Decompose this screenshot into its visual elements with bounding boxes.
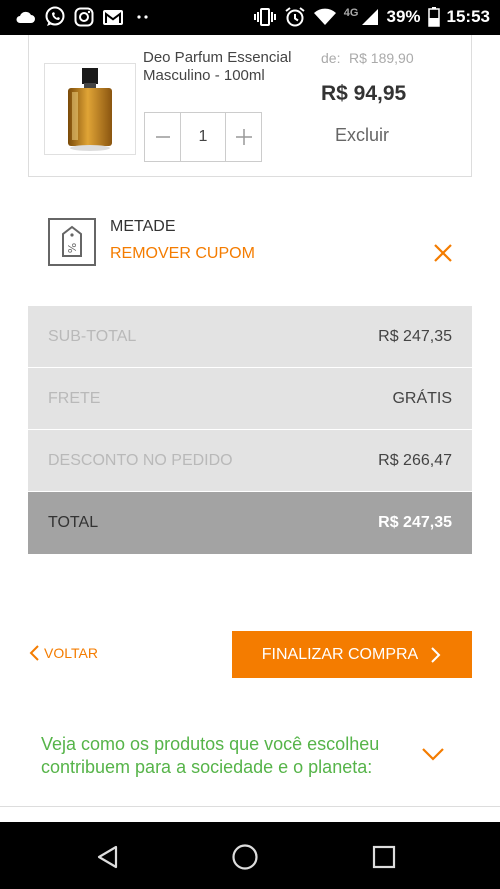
product-image[interactable]	[44, 63, 136, 155]
total-value: R$ 247,35	[378, 514, 452, 531]
vibrate-icon	[253, 8, 277, 26]
whatsapp-icon	[44, 6, 66, 28]
home-circle-icon[interactable]	[231, 843, 259, 871]
order-totals: SUB-TOTAL R$ 247,35 FRETE GRÁTIS DESCONT…	[28, 306, 472, 554]
instagram-icon	[74, 7, 94, 27]
remove-coupon-link[interactable]: REMOVER CUPOM	[110, 245, 255, 263]
chevron-right-icon	[431, 646, 441, 663]
finish-purchase-label: FINALIZAR COMPRA	[261, 645, 419, 663]
quantity-stepper: 1	[144, 112, 262, 162]
discount-label: DESCONTO NO PEDIDO	[48, 451, 233, 469]
coupon-code: METADE	[110, 218, 176, 235]
shipping-row: FRETE GRÁTIS	[28, 368, 472, 430]
product-name[interactable]: Deo Parfum Essencial Masculino - 100ml	[143, 49, 293, 85]
finish-purchase-button[interactable]: FINALIZAR COMPRA	[232, 631, 472, 678]
divider	[0, 806, 500, 807]
discount-row: DESCONTO NO PEDIDO R$ 266,47	[28, 430, 472, 492]
discount-value: R$ 266,47	[378, 451, 452, 469]
subtotal-value: R$ 247,35	[378, 327, 452, 345]
recents-square-icon[interactable]	[370, 843, 398, 871]
subtotal-row: SUB-TOTAL R$ 247,35	[28, 306, 472, 368]
old-price-label: de:	[321, 50, 341, 66]
minus-icon	[155, 136, 170, 138]
decrease-quantity-button[interactable]	[145, 113, 180, 161]
current-price: R$ 94,95	[321, 82, 407, 105]
battery-icon	[427, 7, 440, 27]
subtotal-label: SUB-TOTAL	[48, 327, 137, 345]
svg-text:%: %	[66, 243, 79, 253]
signal-icon	[361, 8, 379, 26]
close-icon[interactable]	[432, 242, 454, 264]
plus-icon	[235, 129, 252, 145]
sustainability-info-text[interactable]: Veja como os produtos que você escolheu …	[41, 733, 421, 779]
old-price: R$ 189,90	[349, 50, 414, 66]
back-button-label: VOLTAR	[44, 645, 98, 661]
status-bar-notifications	[14, 6, 154, 28]
more-dots-icon	[132, 14, 154, 20]
quantity-value[interactable]: 1	[180, 113, 226, 161]
remove-product-link[interactable]: Excluir	[335, 125, 389, 146]
status-bar: 4G 39% 15:53	[0, 0, 500, 35]
shipping-label: FRETE	[48, 389, 101, 407]
chevron-left-icon	[29, 645, 39, 661]
battery-percent: 39%	[386, 7, 421, 26]
cloud-icon	[14, 9, 36, 25]
status-bar-system: 4G 39% 15:53	[253, 6, 490, 28]
total-label: TOTAL	[48, 514, 99, 531]
back-triangle-icon[interactable]	[94, 843, 122, 871]
total-row: TOTAL R$ 247,35	[28, 492, 472, 554]
clock-time: 15:53	[446, 7, 490, 26]
cart-product-card: Deo Parfum Essencial Masculino - 100ml d…	[28, 35, 472, 177]
perfume-bottle-icon	[68, 68, 112, 151]
chevron-down-icon[interactable]	[421, 745, 445, 763]
network-type-label: 4G	[343, 7, 359, 19]
shipping-value: GRÁTIS	[392, 389, 452, 407]
coupon-tag-icon: %	[48, 218, 96, 266]
back-button[interactable]: VOLTAR	[28, 645, 98, 661]
increase-quantity-button[interactable]	[226, 113, 261, 161]
gmail-icon	[102, 9, 124, 26]
alarm-icon	[284, 6, 306, 28]
wifi-icon	[313, 8, 337, 26]
android-nav-bar	[0, 822, 500, 889]
